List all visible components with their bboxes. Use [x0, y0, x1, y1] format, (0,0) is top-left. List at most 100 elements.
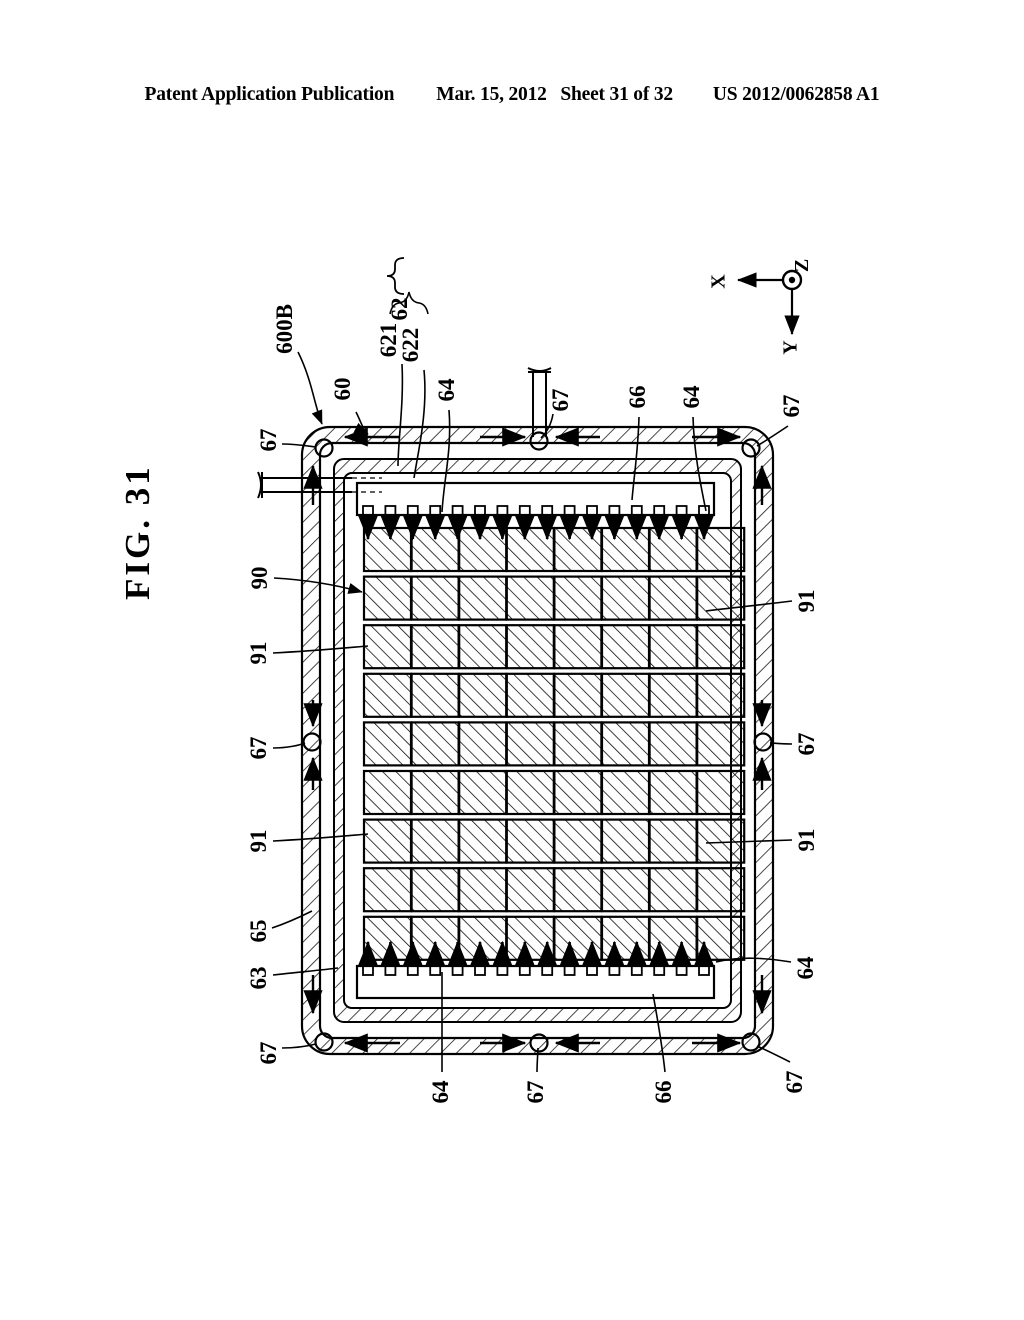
battery-cell-91: [362, 575, 413, 621]
battery-cell-91: [458, 915, 508, 961]
battery-cell-91: [648, 818, 698, 864]
nozzle-64: [563, 505, 576, 516]
nozzle-64: [653, 505, 666, 516]
ref-label-67: 67: [781, 1070, 807, 1094]
nozzle-64: [451, 965, 464, 976]
nozzle-64: [630, 505, 643, 516]
battery-cell-91: [648, 624, 698, 670]
top-manifold-66: [355, 481, 716, 517]
battery-cell-91: [410, 818, 460, 864]
battery-cell-91: [553, 624, 603, 670]
battery-cell-91: [600, 818, 651, 864]
figure-drawing: [257, 257, 793, 1073]
battery-cell-91: [696, 526, 746, 573]
battery-cell-91: [600, 867, 651, 913]
battery-cell-91: [505, 575, 555, 621]
battery-cell-91: [458, 867, 508, 913]
ref-label-67: 67: [547, 388, 573, 412]
nozzle-64: [698, 965, 710, 976]
battery-cell-91: [553, 721, 603, 767]
battery-cell-91: [362, 818, 413, 864]
battery-cell-91: [362, 721, 413, 767]
battery-cell-91: [362, 526, 413, 573]
ref-label-91: 91: [245, 641, 271, 665]
battery-cell-91: [505, 721, 555, 767]
battery-cell-91: [362, 867, 413, 913]
battery-cell-91: [553, 818, 603, 864]
battery-cell-91: [410, 526, 460, 573]
battery-cell-91: [553, 575, 603, 621]
ref-label-67: 67: [793, 732, 819, 756]
nozzle-64: [496, 965, 509, 976]
nozzle-64: [541, 505, 554, 516]
ref-label-64: 64: [792, 956, 818, 980]
battery-cell-91: [505, 526, 555, 573]
battery-cell-91: [362, 769, 413, 816]
battery-cell-91: [362, 624, 413, 670]
nozzle-64: [474, 505, 486, 516]
battery-cell-91: [410, 915, 460, 961]
battery-cell-91: [600, 575, 651, 621]
battery-cell-91: [458, 624, 508, 670]
nozzle-64: [608, 965, 621, 976]
battery-cell-91: [553, 915, 603, 961]
nozzle-64: [608, 505, 621, 516]
ref-label-67: 67: [522, 1080, 548, 1104]
battery-cell-91: [505, 624, 555, 670]
battery-cell-91: [696, 672, 746, 718]
ref-label-67: 67: [778, 394, 804, 418]
bottom-manifold-66: [355, 964, 716, 1000]
battery-cell-91: [553, 867, 603, 913]
battery-cell-91: [648, 915, 698, 961]
ref-label-91: 91: [793, 828, 819, 852]
battery-cell-91: [648, 867, 698, 913]
battery-cell-91: [410, 672, 460, 718]
battery-cell-91: [553, 769, 603, 816]
nozzle-64: [429, 965, 442, 976]
battery-cell-91: [553, 672, 603, 718]
nozzle-64: [384, 505, 397, 516]
battery-cell-91: [505, 818, 555, 864]
battery-cell-91: [458, 818, 508, 864]
battery-cell-91: [410, 575, 460, 621]
battery-cell-91: [410, 769, 460, 816]
battery-cell-91: [696, 721, 746, 767]
battery-cell-91: [600, 672, 651, 718]
battery-cell-91: [458, 575, 508, 621]
battery-cell-91: [696, 575, 746, 621]
nozzle-64: [675, 965, 688, 976]
battery-cell-91: [696, 867, 746, 913]
nozzle-64: [518, 505, 531, 516]
battery-cell-91: [696, 769, 746, 816]
battery-cell-91: [458, 526, 508, 573]
ref-label-600B: 600B: [271, 304, 297, 354]
battery-cell-91: [505, 672, 555, 718]
battery-cell-91: [696, 915, 746, 961]
ref-label-66: 66: [624, 385, 650, 409]
battery-cell-91: [600, 721, 651, 767]
battery-cell-91: [410, 867, 460, 913]
battery-cell-91: [505, 867, 555, 913]
battery-cell-91: [505, 915, 555, 961]
ref-label-64: 64: [427, 1080, 453, 1104]
ref-label-67: 67: [245, 736, 271, 760]
battery-cell-91: [458, 672, 508, 718]
nozzle-64: [429, 505, 442, 516]
nozzle-64: [384, 965, 397, 976]
battery-cell-91: [410, 721, 460, 767]
nozzle-64: [586, 505, 598, 516]
battery-cell-91: [505, 769, 555, 816]
cell-array-90: [362, 526, 746, 961]
battery-cell-91: [648, 526, 698, 573]
battery-cell-91: [553, 526, 603, 573]
ref-label-60: 60: [329, 377, 355, 401]
nozzle-64: [518, 965, 531, 976]
battery-cell-91: [458, 769, 508, 816]
ref-label-63: 63: [245, 966, 271, 990]
battery-cell-91: [648, 575, 698, 621]
battery-cell-91: [362, 915, 413, 961]
ref-label-64: 64: [678, 385, 704, 409]
ref-label-62: 62: [386, 297, 412, 321]
battery-cell-91: [600, 624, 651, 670]
nozzle-64: [675, 505, 688, 516]
